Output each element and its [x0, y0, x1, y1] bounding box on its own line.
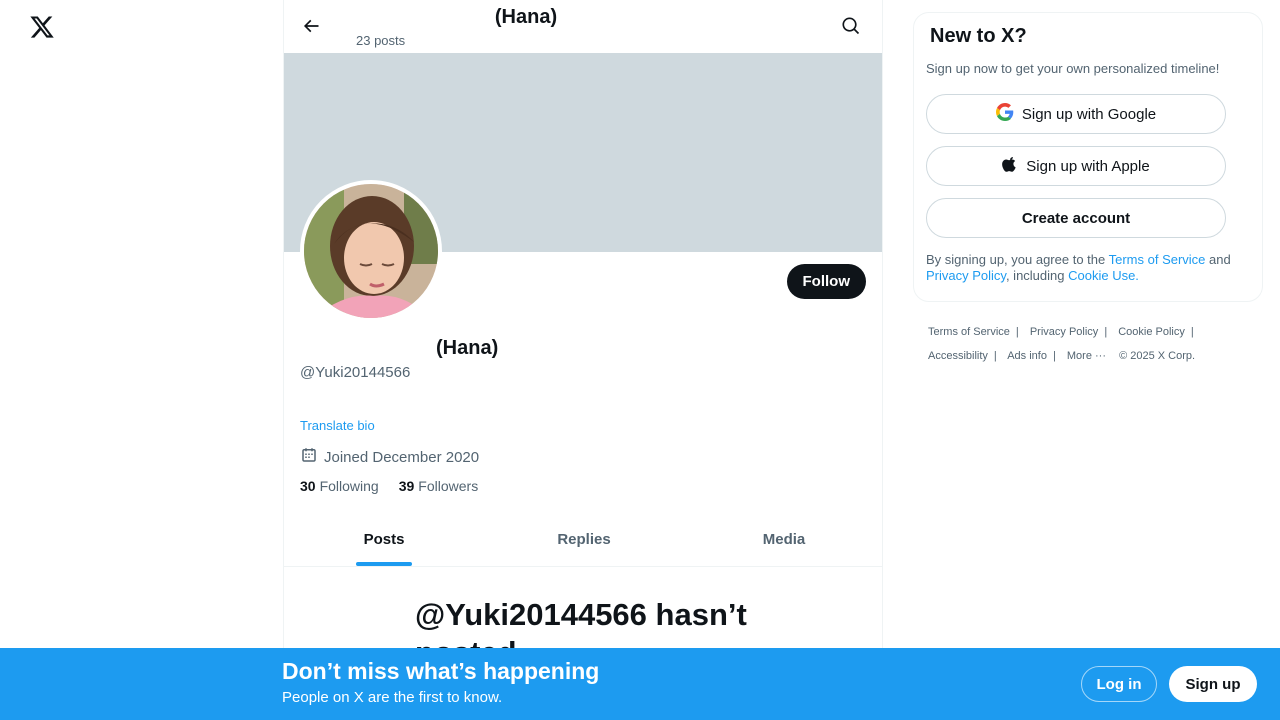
apple-icon — [1002, 155, 1018, 177]
signup-banner: Don’t miss what’s happening People on X … — [0, 648, 1280, 720]
following-label: Following — [319, 478, 379, 494]
follow-button[interactable]: Follow — [786, 264, 866, 299]
signup-terms: By signing up, you agree to the Terms of… — [926, 252, 1246, 284]
followers-link[interactable]: 39 Followers — [399, 478, 478, 494]
signup-apple-button[interactable]: Sign up with Apple — [926, 146, 1226, 186]
footer-separator: | — [1052, 350, 1056, 362]
joined-date: Joined December 2020 — [300, 446, 479, 468]
signup-button[interactable]: Sign up — [1169, 666, 1257, 702]
tab-media[interactable]: Media — [684, 513, 882, 566]
footer-terms-link[interactable]: Terms of Service — [928, 326, 1010, 338]
profile-handle: @Yuki20144566 — [300, 364, 411, 381]
followers-label: Followers — [418, 478, 479, 494]
signup-google-button[interactable]: Sign up with Google — [926, 94, 1226, 134]
terms-of-service-link[interactable]: Terms of Service — [1109, 252, 1206, 267]
signup-apple-label: Sign up with Apple — [1026, 157, 1150, 175]
follow-stats: 30 Following 39 Followers — [300, 478, 478, 494]
calendar-icon — [300, 446, 318, 468]
footer-separator: | — [993, 350, 997, 362]
profile-avatar[interactable] — [300, 180, 442, 322]
search-icon[interactable] — [838, 13, 864, 39]
topbar-name: (Hana) — [494, 6, 558, 28]
footer-separator: | — [1190, 326, 1194, 338]
cookie-use-link[interactable]: Cookie Use. — [1068, 268, 1139, 283]
signup-google-label: Sign up with Google — [1021, 105, 1157, 123]
footer-links: Terms of Service | Privacy Policy | Cookie… — [928, 320, 1248, 368]
x-logo-icon[interactable] — [29, 14, 55, 40]
followers-count: 39 — [398, 478, 415, 494]
signup-subtitle: Sign up now to get your own personalized… — [926, 61, 1220, 76]
footer-privacy-link[interactable]: Privacy Policy — [1030, 326, 1098, 338]
tab-media-label: Media — [762, 531, 806, 548]
footer-more-link[interactable]: More ··· — [1067, 350, 1106, 362]
left-nav — [0, 0, 284, 720]
footer-separator: | — [1104, 326, 1108, 338]
footer-separator: | — [1015, 326, 1019, 338]
terms-prefix: By signing up, you agree to the — [926, 252, 1109, 267]
google-icon — [995, 103, 1014, 125]
signup-card: New to X? Sign up now to get your own pe… — [913, 12, 1263, 302]
terms-and: and — [1205, 252, 1231, 267]
following-count: 30 — [300, 478, 316, 494]
tab-replies-label: Replies — [557, 531, 611, 548]
display-name: (Hana) — [436, 337, 499, 359]
footer-cookie-link[interactable]: Cookie Policy — [1118, 326, 1185, 338]
footer-copyright: © 2025 X Corp. — [1119, 350, 1196, 362]
active-tab-indicator — [356, 562, 412, 566]
footer-ads-link[interactable]: Ads info — [1007, 350, 1047, 362]
profile-topbar: (Hana) 23 posts — [284, 0, 882, 53]
footer-accessibility-link[interactable]: Accessibility — [928, 350, 988, 362]
tab-posts-label: Posts — [363, 531, 405, 548]
login-button[interactable]: Log in — [1081, 666, 1157, 702]
profile-tabs: Posts Replies Media — [284, 513, 882, 567]
posts-count: 23 posts — [356, 33, 406, 48]
signup-title: New to X? — [930, 25, 1027, 47]
joined-text: Joined December 2020 — [324, 448, 480, 466]
banner-title: Don’t miss what’s happening — [282, 658, 600, 684]
terms-including: , including — [1005, 268, 1069, 283]
following-link[interactable]: 30 Following — [300, 478, 379, 494]
tab-replies[interactable]: Replies — [484, 513, 684, 566]
privacy-policy-link[interactable]: Privacy Policy — [926, 268, 1006, 283]
tab-posts[interactable]: Posts — [284, 513, 484, 566]
create-account-button[interactable]: Create account — [926, 198, 1226, 238]
banner-subtitle: People on X are the first to know. — [282, 689, 503, 706]
translate-bio-link[interactable]: Translate bio — [300, 418, 375, 433]
profile-column: (Hana) 23 posts Follow (Hana) @Yuki20144… — [283, 0, 883, 720]
page: (Hana) 23 posts Follow (Hana) @Yuki20144… — [0, 0, 1280, 720]
